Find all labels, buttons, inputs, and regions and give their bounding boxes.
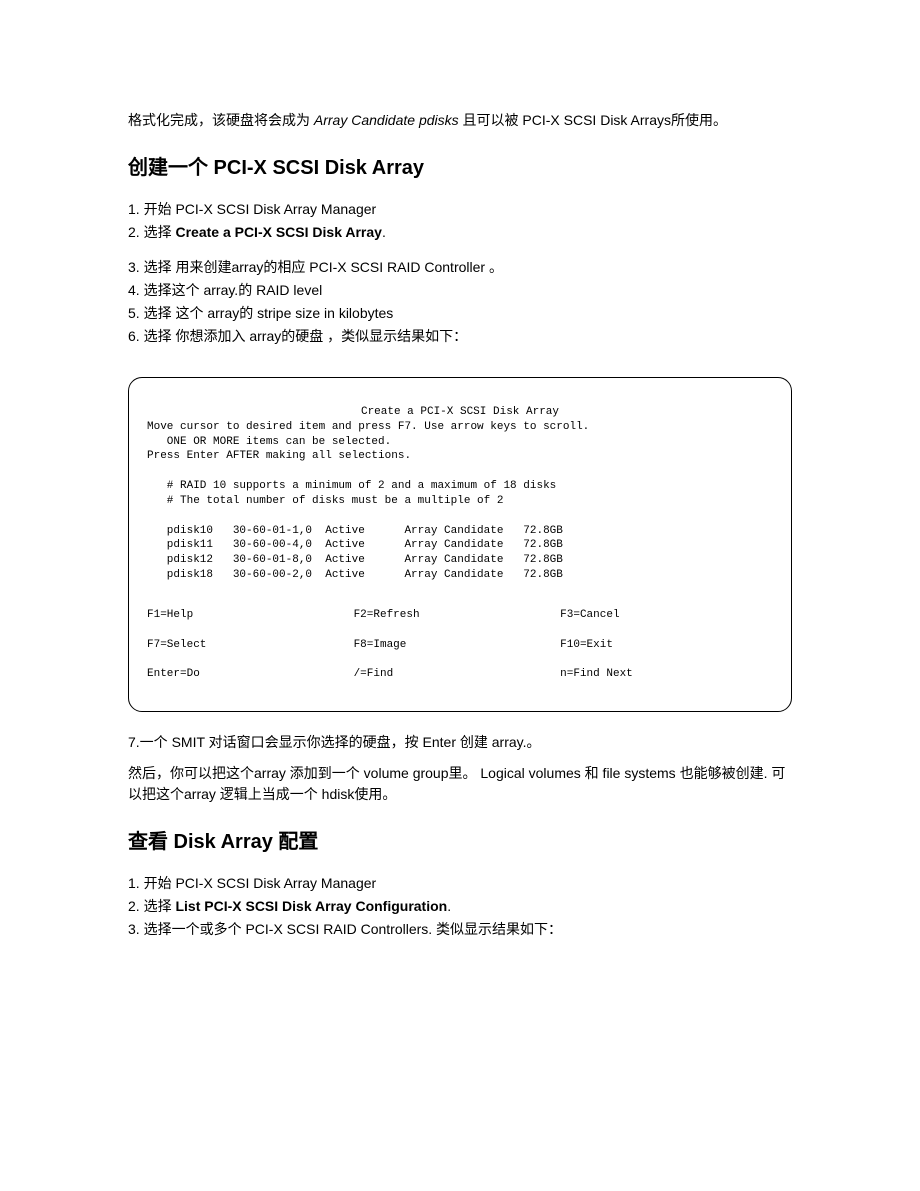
step-item: 4. 选择这个 array.的 RAID level	[128, 280, 792, 301]
slash-find: /=Find	[354, 667, 561, 682]
step-post: .	[382, 224, 386, 240]
enter-do: Enter=Do	[147, 667, 354, 682]
terminal-note: # RAID 10 supports a minimum of 2 and a …	[147, 480, 556, 492]
step-bold: List PCI-X SCSI Disk Array Configuration	[175, 898, 447, 914]
terminal-row: pdisk12 30-60-01-8,0 Active Array Candid…	[147, 554, 563, 566]
section1-after: 然后，你可以把这个array 添加到一个 volume group里。 Logi…	[128, 763, 792, 805]
terminal-row: pdisk11 30-60-00-4,0 Active Array Candid…	[147, 539, 563, 551]
f10-exit: F10=Exit	[560, 638, 767, 653]
section1-title: 创建一个 PCI-X SCSI Disk Array	[128, 153, 792, 183]
f2-refresh: F2=Refresh	[354, 608, 561, 623]
terminal-title: Create a PCI-X SCSI Disk Array	[147, 405, 773, 420]
section2-title: 查看 Disk Array 配置	[128, 827, 792, 857]
step-item: 2. 选择 Create a PCI-X SCSI Disk Array.	[128, 222, 792, 243]
terminal-footer-row: Enter=Do/=Findn=Find Next	[147, 667, 773, 682]
intro-post: 且可以被 PCI-X SCSI Disk Arrays所使用。	[459, 112, 727, 128]
step7-paragraph: 7.一个 SMIT 对话窗口会显示你选择的硬盘，按 Enter 创建 array…	[128, 732, 792, 753]
step-item: 6. 选择 你想添加入 array的硬盘 ，类似显示结果如下：	[128, 326, 792, 347]
intro-pre: 格式化完成，该硬盘将会成为	[128, 112, 314, 128]
step-item: 3. 选择一个或多个 PCI-X SCSI RAID Controllers. …	[128, 919, 792, 940]
step-post: .	[447, 898, 451, 914]
terminal-line: Press Enter AFTER making all selections.	[147, 450, 411, 462]
terminal-row: pdisk18 30-60-00-2,0 Active Array Candid…	[147, 569, 563, 581]
step-pre: 2. 选择	[128, 898, 175, 914]
terminal-line: ONE OR MORE items can be selected.	[147, 436, 391, 448]
step-pre: 2. 选择	[128, 224, 175, 240]
f1-help: F1=Help	[147, 608, 354, 623]
terminal-footer-row: F1=HelpF2=RefreshF3=Cancel	[147, 608, 773, 623]
step-bold: Create a PCI-X SCSI Disk Array	[175, 224, 381, 240]
f7-select: F7=Select	[147, 638, 354, 653]
section2-steps: 1. 开始 PCI-X SCSI Disk Array Manager 2. 选…	[128, 873, 792, 940]
section1-steps-a: 1. 开始 PCI-X SCSI Disk Array Manager 2. 选…	[128, 199, 792, 243]
intro-paragraph: 格式化完成，该硬盘将会成为 Array Candidate pdisks 且可以…	[128, 110, 792, 131]
section1-steps-b: 3. 选择 用来创建array的相应 PCI-X SCSI RAID Contr…	[128, 257, 792, 347]
n-find-next: n=Find Next	[560, 667, 767, 682]
step-item: 1. 开始 PCI-X SCSI Disk Array Manager	[128, 873, 792, 894]
f3-cancel: F3=Cancel	[560, 608, 767, 623]
terminal-row: pdisk10 30-60-01-1,0 Active Array Candid…	[147, 525, 563, 537]
step-item: 2. 选择 List PCI-X SCSI Disk Array Configu…	[128, 896, 792, 917]
intro-italic: Array Candidate pdisks	[314, 112, 459, 128]
terminal-footer-row: F7=SelectF8=ImageF10=Exit	[147, 638, 773, 653]
step-item: 3. 选择 用来创建array的相应 PCI-X SCSI RAID Contr…	[128, 257, 792, 278]
step-item: 1. 开始 PCI-X SCSI Disk Array Manager	[128, 199, 792, 220]
f8-image: F8=Image	[354, 638, 561, 653]
terminal-note: # The total number of disks must be a mu…	[147, 495, 503, 507]
step-item: 5. 选择 这个 array的 stripe size in kilobytes	[128, 303, 792, 324]
terminal-screenshot: Create a PCI-X SCSI Disk ArrayMove curso…	[128, 377, 792, 712]
terminal-line: Move cursor to desired item and press F7…	[147, 421, 589, 433]
